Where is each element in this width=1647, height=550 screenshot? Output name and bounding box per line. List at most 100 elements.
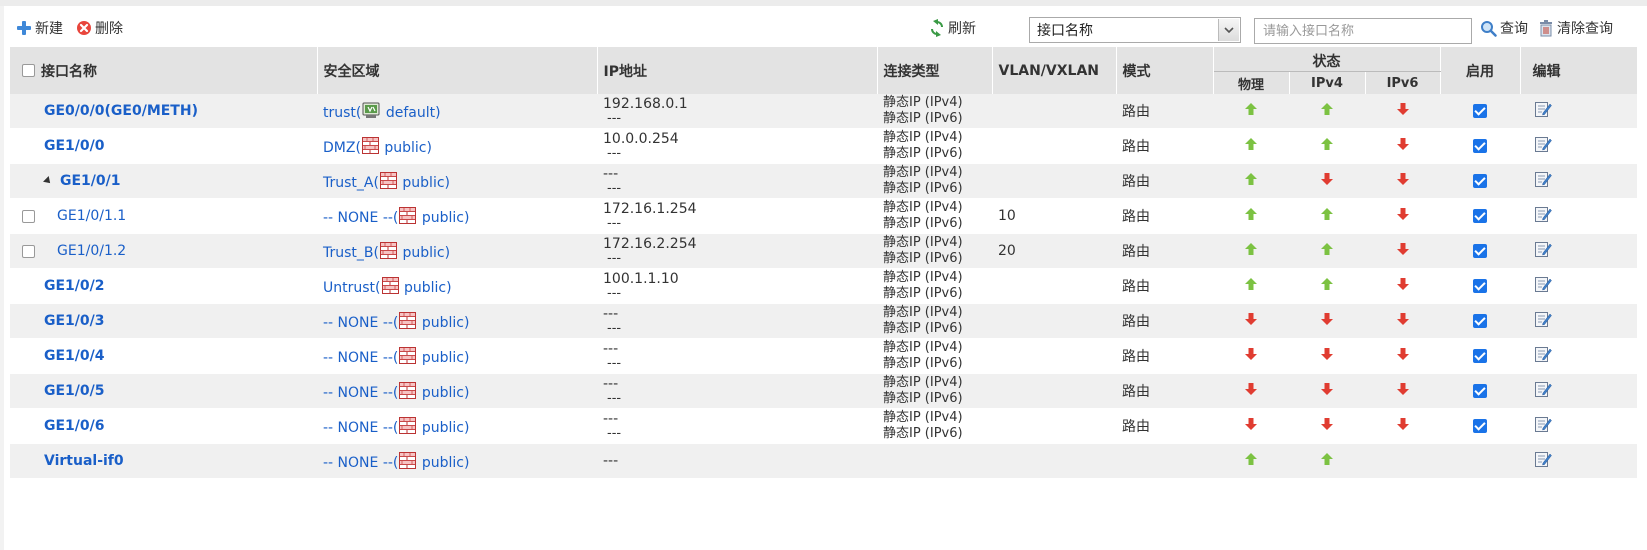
status-ipv4-up-icon [1321, 278, 1333, 290]
mode-cell: 路由 [1116, 128, 1213, 164]
status-ipv6-cell [1365, 268, 1441, 304]
connection-type-ipv4: 静态IP (IPv4) [883, 340, 963, 355]
status-ipv4-cell [1289, 373, 1365, 409]
enable-cell [1440, 94, 1521, 129]
interface-name-link[interactable]: GE1/0/0 [44, 138, 105, 154]
edit-icon[interactable] [1534, 380, 1552, 402]
edit-icon[interactable] [1534, 100, 1552, 122]
status-physical-cell [1213, 303, 1289, 339]
zone-link[interactable]: Trust_B( public) [323, 241, 450, 261]
enable-checkbox[interactable] [1473, 209, 1488, 223]
enable-checkbox[interactable] [1473, 419, 1488, 433]
zone-cell: -- NONE --( public) [317, 373, 597, 409]
vlan-cell [992, 443, 1116, 479]
status-ipv6-down-icon [1396, 208, 1409, 220]
edit-icon[interactable] [1534, 205, 1552, 227]
ip-cell: --- --- [597, 408, 877, 444]
query-button[interactable]: 查询 [1480, 16, 1528, 40]
edit-icon[interactable] [1534, 170, 1552, 192]
interface-name-link[interactable]: GE1/0/6 [44, 418, 105, 434]
status-ipv6-down-icon [1396, 418, 1409, 430]
ipv4-address: --- [603, 341, 619, 357]
ipv6-address: --- [607, 216, 622, 231]
clear-query-button[interactable]: 清除查询 [1538, 16, 1613, 40]
enable-checkbox[interactable] [1473, 279, 1488, 293]
status-ipv6-down-icon [1396, 103, 1409, 115]
interface-name-link[interactable]: GE1/0/1.2 [35, 243, 126, 259]
status-physical-up-icon [1245, 138, 1257, 150]
enable-checkbox[interactable] [1473, 174, 1488, 188]
edit-icon[interactable] [1534, 240, 1552, 262]
enable-cell [1440, 268, 1521, 304]
zone-link[interactable]: DMZ( public) [323, 136, 432, 156]
enable-checkbox[interactable] [1473, 314, 1488, 328]
enable-checkbox[interactable] [1473, 244, 1488, 258]
status-physical-down-icon [1245, 383, 1257, 395]
connection-type-cell: 静态IP (IPv4) 静态IP (IPv6) [877, 128, 992, 164]
edit-icon[interactable] [1534, 345, 1552, 367]
interface-name-link[interactable]: GE1/0/3 [44, 313, 105, 329]
ipv4-address: --- [603, 166, 619, 182]
interface-name-link[interactable]: GE1/0/5 [44, 383, 105, 399]
connection-type-cell: 静态IP (IPv4) 静态IP (IPv6) [877, 268, 992, 304]
status-ipv4-cell [1289, 94, 1365, 129]
row-checkbox[interactable] [22, 209, 35, 223]
zone-link[interactable]: trust( default) [323, 102, 441, 121]
status-physical-down-icon [1245, 313, 1257, 325]
edit-icon[interactable] [1534, 450, 1552, 472]
name-cell: GE1/0/3 [10, 303, 317, 339]
enable-checkbox[interactable] [1473, 139, 1488, 153]
table-row: GE1/0/6 -- NONE --( public) --- --- 静态IP (IP… [10, 408, 1638, 444]
ip-cell: 100.1.1.10 --- [597, 268, 877, 304]
vlan-cell [992, 338, 1116, 374]
zone-link[interactable]: -- NONE --( public) [323, 381, 469, 401]
zone-link[interactable]: -- NONE --( public) [323, 346, 469, 366]
filter-field-value: 接口名称 [1037, 23, 1093, 39]
interface-name-link[interactable]: GE1/0/1 [60, 173, 121, 189]
interface-name-link[interactable]: GE1/0/1.1 [35, 208, 126, 224]
interface-name-link[interactable]: GE1/0/4 [44, 348, 105, 364]
header-ipv4: IPv4 [1289, 71, 1366, 94]
filter-field-select[interactable]: 接口名称 [1029, 17, 1241, 43]
status-physical-cell [1213, 94, 1289, 129]
zone-link[interactable]: -- NONE --( public) [323, 311, 469, 331]
ip-cell: 192.168.0.1 --- [597, 94, 877, 129]
edit-icon[interactable] [1534, 415, 1552, 437]
interface-name-link[interactable]: Virtual-if0 [44, 453, 124, 469]
enable-checkbox[interactable] [1473, 104, 1488, 118]
enable-checkbox[interactable] [1473, 384, 1488, 398]
new-button[interactable]: 新建 [16, 16, 63, 40]
name-cell: GE1/0/2 [10, 268, 317, 304]
zone-link[interactable]: -- NONE --( public) [323, 206, 469, 226]
zone-link[interactable]: Trust_A( public) [323, 171, 450, 191]
search-input[interactable] [1254, 18, 1472, 44]
toolbar: 新建 删除 刷新 接口名称 查询 [4, 6, 1647, 50]
expand-triangle-icon[interactable] [43, 176, 53, 186]
edit-icon[interactable] [1534, 275, 1552, 297]
zone-link[interactable]: Untrust( public) [323, 276, 452, 296]
connection-type-cell: 静态IP (IPv4) 静态IP (IPv6) [877, 198, 992, 234]
enable-cell [1440, 198, 1521, 234]
firewall-icon [399, 311, 417, 329]
status-physical-up-icon [1245, 453, 1257, 465]
header-name[interactable]: 接口名称 [10, 47, 318, 94]
enable-checkbox[interactable] [1473, 349, 1488, 363]
interface-name-link[interactable]: GE0/0/0(GE0/METH) [44, 103, 198, 119]
edit-icon[interactable] [1534, 310, 1552, 332]
connection-type-ipv4: 静态IP (IPv4) [883, 305, 963, 320]
status-physical-up-icon [1245, 173, 1257, 185]
row-checkbox[interactable] [22, 244, 35, 258]
interface-name-link[interactable]: GE1/0/2 [44, 278, 105, 294]
delete-button[interactable]: 删除 [76, 16, 123, 40]
zone-link[interactable]: -- NONE --( public) [323, 416, 469, 436]
refresh-button[interactable]: 刷新 [929, 16, 976, 40]
interface-table-body: GE0/0/0(GE0/METH) trust( default) 192.168.… [10, 94, 1638, 479]
zone-cell: -- NONE --( public) [317, 338, 597, 374]
status-ipv4-up-icon [1321, 138, 1333, 150]
select-all-checkbox[interactable] [22, 63, 35, 77]
zone-cell: DMZ( public) [317, 128, 597, 164]
status-ipv6-cell [1365, 128, 1441, 164]
vlan-cell [992, 408, 1116, 444]
edit-icon[interactable] [1534, 135, 1552, 157]
zone-link[interactable]: -- NONE --( public) [323, 451, 469, 471]
